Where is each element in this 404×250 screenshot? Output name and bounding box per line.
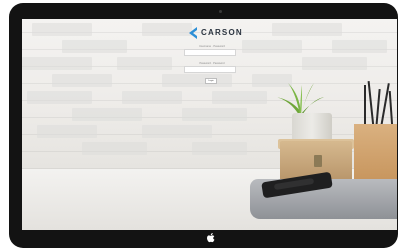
- brick: [82, 142, 147, 155]
- pencil: [364, 85, 366, 127]
- logo-text: CARSON: [201, 28, 243, 37]
- password-label: Password · Password: [199, 62, 225, 65]
- box-latch: [314, 155, 322, 167]
- brick: [62, 40, 127, 53]
- brick: [302, 57, 367, 70]
- brick: [192, 142, 247, 155]
- brick: [52, 74, 112, 87]
- brick: [272, 23, 342, 36]
- username-field[interactable]: [184, 49, 236, 56]
- brick: [27, 91, 92, 104]
- carson-logo: CARSON: [189, 27, 242, 39]
- brick: [37, 125, 97, 138]
- brick: [242, 40, 302, 53]
- apple-logo-icon: [207, 233, 215, 243]
- brick: [72, 108, 142, 121]
- login-button[interactable]: Login: [205, 78, 217, 84]
- username-label: Username · Password: [199, 45, 225, 48]
- password-field[interactable]: [184, 66, 236, 73]
- brick: [142, 125, 212, 138]
- brick: [32, 23, 92, 36]
- brick: [122, 91, 182, 104]
- brick: [332, 40, 387, 53]
- login-panel: CARSON Username · Password Password · Pa…: [182, 24, 242, 99]
- plant-icon: [276, 83, 324, 117]
- screen: CARSON Username · Password Password · Pa…: [22, 19, 397, 230]
- brick: [22, 57, 92, 70]
- carson-logo-mark-icon: [189, 27, 197, 39]
- brick: [182, 108, 247, 121]
- brick: [117, 57, 172, 70]
- apple-logo-icon: [205, 232, 217, 244]
- camera-dot: [219, 10, 222, 13]
- pencil-cup: [354, 124, 397, 182]
